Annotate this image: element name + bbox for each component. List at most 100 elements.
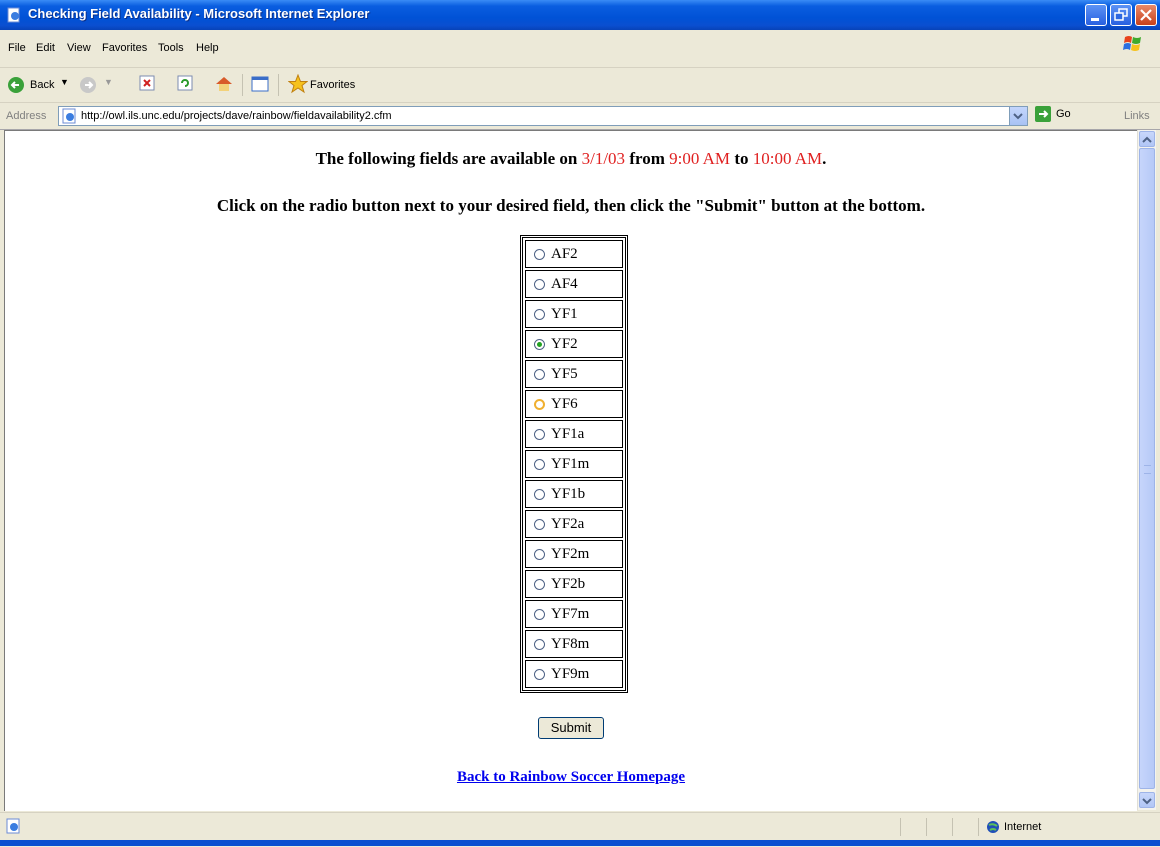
scroll-down-button[interactable] — [1139, 792, 1155, 808]
field-radio-yf1b[interactable] — [534, 488, 545, 500]
address-label: Address — [6, 110, 47, 122]
menu-help[interactable]: Help — [196, 42, 219, 54]
address-bar: Address http://owl.ils.unc.edu/projects/… — [0, 103, 1160, 130]
back-dropdown-icon[interactable]: ▼ — [60, 77, 69, 87]
field-label: YF2b — [551, 575, 586, 592]
field-label: AF2 — [551, 245, 578, 262]
field-radio-yf1[interactable] — [534, 308, 545, 320]
field-label: YF2 — [551, 335, 578, 352]
field-radio-af4[interactable] — [534, 278, 545, 290]
menu-view[interactable]: View — [67, 42, 91, 54]
menu-file[interactable]: File — [8, 42, 26, 54]
toolbar: Back ▼ ▼ Favorites — [0, 68, 1160, 103]
field-label: YF6 — [551, 395, 578, 412]
chevron-up-icon — [1142, 136, 1152, 143]
field-cell: YF1b — [525, 480, 623, 508]
back-button[interactable]: Back ▼ — [6, 74, 69, 96]
refresh-button[interactable] — [176, 74, 196, 96]
back-to-homepage-link: Back to Rainbow Soccer Homepage — [5, 769, 1137, 786]
field-cell: YF8m — [525, 630, 623, 658]
forward-arrow-icon — [80, 77, 96, 93]
field-cell: YF1m — [525, 450, 623, 478]
field-radio-af2[interactable] — [534, 248, 545, 260]
period-text: . — [822, 149, 827, 168]
menu-favorites[interactable]: Favorites — [102, 42, 147, 54]
stop-icon — [139, 75, 155, 91]
forward-dropdown-icon[interactable]: ▼ — [104, 77, 113, 87]
menu-tools[interactable]: Tools — [158, 42, 184, 54]
address-url: http://owl.ils.unc.edu/projects/dave/rai… — [81, 110, 392, 122]
field-radio-yf7m[interactable] — [534, 608, 545, 620]
field-row: YF2b — [525, 570, 623, 598]
menu-edit[interactable]: Edit — [36, 42, 55, 54]
back-label: Back — [30, 79, 55, 91]
stop-button[interactable] — [138, 74, 158, 96]
star-icon — [288, 74, 308, 94]
close-icon — [1140, 9, 1152, 21]
back-link-text[interactable]: Back to Rainbow Soccer Homepage — [457, 769, 685, 785]
submit-button[interactable]: Submit — [538, 717, 604, 739]
field-row: YF6 — [525, 390, 623, 418]
field-radio-yf2[interactable] — [534, 338, 545, 350]
ie-page-icon — [62, 108, 76, 124]
links-button[interactable]: Links — [1124, 110, 1150, 122]
field-cell: YF6 — [525, 390, 623, 418]
field-radio-yf9m[interactable] — [534, 668, 545, 680]
window-bottom-border — [0, 840, 1160, 846]
vertical-scrollbar[interactable] — [1137, 130, 1156, 810]
field-row: YF5 — [525, 360, 623, 388]
field-cell: YF2a — [525, 510, 623, 538]
chevron-down-icon — [1013, 113, 1023, 120]
field-row: YF2m — [525, 540, 623, 568]
scroll-up-button[interactable] — [1139, 131, 1155, 147]
menu-bar: File Edit View Favorites Tools Help — [0, 30, 1160, 68]
minimize-button[interactable] — [1085, 4, 1107, 26]
media-button[interactable] — [250, 74, 270, 96]
field-row: YF1 — [525, 300, 623, 328]
status-divider — [926, 818, 927, 836]
field-radio-yf1m[interactable] — [534, 458, 545, 470]
field-cell: YF9m — [525, 660, 623, 688]
scroll-thumb[interactable] — [1139, 148, 1155, 789]
status-divider — [978, 818, 979, 836]
home-button[interactable] — [214, 74, 234, 96]
window-title: Checking Field Availability - Microsoft … — [28, 6, 370, 21]
field-label: YF5 — [551, 365, 578, 382]
field-radio-yf2b[interactable] — [534, 578, 545, 590]
field-radio-yf6[interactable] — [534, 398, 545, 410]
field-radio-yf8m[interactable] — [534, 638, 545, 650]
instruction-text: Click on the radio button next to your d… — [216, 196, 926, 215]
address-dropdown-button[interactable] — [1009, 107, 1027, 125]
from-text: from — [625, 149, 670, 168]
go-arrow-icon — [1035, 106, 1051, 122]
favorites-button[interactable]: Favorites — [288, 74, 368, 96]
back-arrow-icon — [8, 77, 24, 93]
field-row: YF7m — [525, 600, 623, 628]
field-label: YF1a — [551, 425, 585, 442]
field-cell: YF2b — [525, 570, 623, 598]
field-cell: AF2 — [525, 240, 623, 268]
page-viewport: The following fields are available on 3/… — [4, 130, 1137, 811]
field-radio-yf2m[interactable] — [534, 548, 545, 560]
restore-button[interactable] — [1110, 4, 1132, 26]
title-bar[interactable]: Checking Field Availability - Microsoft … — [0, 0, 1160, 30]
field-label: YF1m — [551, 455, 590, 472]
intro-text: The following fields are available on — [315, 149, 582, 168]
close-button[interactable] — [1135, 4, 1157, 26]
availability-heading: The following fields are available on 3/… — [5, 149, 1137, 169]
windows-logo-icon — [1123, 36, 1141, 51]
date-value: 3/1/03 — [581, 149, 626, 168]
field-radio-yf1a[interactable] — [534, 428, 545, 440]
field-cell: AF4 — [525, 270, 623, 298]
forward-button[interactable]: ▼ — [78, 74, 116, 96]
field-radio-yf5[interactable] — [534, 368, 545, 380]
field-label: YF8m — [551, 635, 590, 652]
field-radio-yf2a[interactable] — [534, 518, 545, 530]
field-label: YF2a — [551, 515, 585, 532]
status-divider — [900, 818, 901, 836]
start-time-value: 9:00 AM — [669, 149, 731, 168]
address-input[interactable]: http://owl.ils.unc.edu/projects/dave/rai… — [58, 106, 1028, 126]
globe-icon — [987, 821, 999, 833]
field-label: YF1 — [551, 305, 578, 322]
field-cell: YF2m — [525, 540, 623, 568]
